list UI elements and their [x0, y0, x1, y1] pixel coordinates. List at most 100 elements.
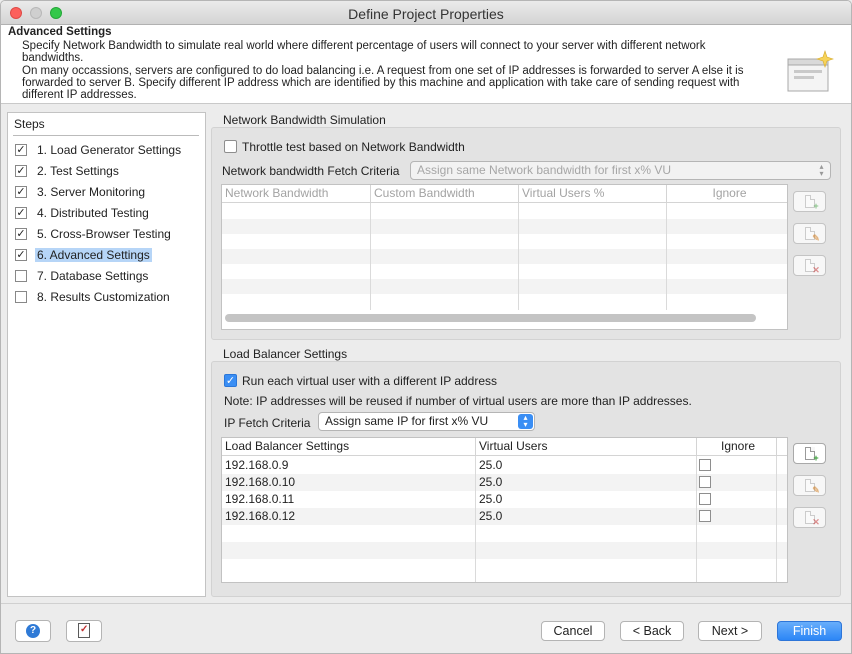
network-table-header: Network Bandwidth Custom Bandwidth Virtu…: [222, 185, 787, 203]
help-button[interactable]: ?: [15, 620, 51, 642]
help-icon: ?: [26, 624, 40, 638]
column-header[interactable]: Network Bandwidth: [222, 185, 371, 203]
network-bandwidth-table[interactable]: Network Bandwidth Custom Bandwidth Virtu…: [221, 184, 788, 330]
delete-row-icon: ✕: [812, 265, 820, 275]
next-button[interactable]: Next >: [698, 621, 762, 641]
table-row[interactable]: 192.168.0.11 25.0: [222, 491, 787, 508]
step-checkbox: [15, 291, 27, 303]
ignore-checkbox[interactable]: [699, 459, 711, 471]
step-checkbox: ✓: [15, 144, 27, 156]
column-divider: [475, 456, 476, 582]
reuse-note: Note: IP addresses will be reused if num…: [224, 394, 692, 408]
column-divider: [518, 203, 519, 310]
table-row: [222, 204, 787, 219]
table-row: [222, 279, 787, 294]
footer-divider: [1, 603, 851, 604]
step-item[interactable]: ✓ 3. Server Monitoring: [14, 183, 199, 201]
step-label: 3. Server Monitoring: [37, 185, 146, 199]
column-header[interactable]: Virtual Users %: [519, 185, 667, 203]
step-item[interactable]: ✓ 5. Cross-Browser Testing: [14, 225, 199, 243]
add-ip-button[interactable]: +: [793, 443, 826, 464]
step-label: 5. Cross-Browser Testing: [37, 227, 171, 241]
finish-button[interactable]: Finish: [777, 621, 842, 641]
wizard-banner-icon: [787, 50, 834, 92]
column-header[interactable]: Custom Bandwidth: [371, 185, 519, 203]
column-divider: [776, 456, 777, 582]
add-bandwidth-button[interactable]: +: [793, 191, 826, 212]
column-header[interactable]: Virtual Users: [476, 438, 697, 456]
chevron-updown-icon: ▴ ▾: [819, 162, 824, 178]
step-item[interactable]: ✓ 1. Load Generator Settings: [14, 141, 199, 159]
delete-row-icon: ✕: [812, 517, 820, 527]
ip-address-cell: 192.168.0.9: [225, 458, 289, 472]
checklist-button[interactable]: ✓: [66, 620, 102, 642]
table-row[interactable]: [222, 559, 787, 576]
back-button[interactable]: < Back: [620, 621, 684, 641]
throttle-checkbox[interactable]: [224, 140, 237, 153]
step-checkbox: [15, 270, 27, 282]
network-group-title: Network Bandwidth Simulation: [223, 113, 386, 127]
table-row[interactable]: [222, 542, 787, 559]
column-header[interactable]: Ignore: [697, 438, 777, 456]
step-label: 7. Database Settings: [37, 269, 149, 283]
ip-fetch-select[interactable]: Assign same IP for first x% VU ▴ ▾: [318, 412, 535, 431]
delete-ip-button[interactable]: ✕: [793, 507, 826, 528]
ip-address-cell: 192.168.0.11: [225, 492, 295, 506]
description-line: On many occassions, servers are configur…: [22, 64, 744, 102]
ignore-checkbox[interactable]: [699, 493, 711, 505]
steps-title: Steps: [14, 117, 45, 131]
step-checkbox: ✓: [15, 165, 27, 177]
dialog-window: Define Project Properties Advanced Setti…: [0, 0, 852, 654]
delete-bandwidth-button[interactable]: ✕: [793, 255, 826, 276]
step-label: 8. Results Customization: [37, 290, 170, 304]
step-item[interactable]: ✓ 6. Advanced Settings: [14, 246, 199, 264]
virtual-users-cell: 25.0: [479, 492, 503, 506]
steps-panel: Steps ✓ 1. Load Generator Settings ✓ 2. Tes…: [7, 112, 206, 597]
description-line: Specify Network Bandwidth to simulate re…: [22, 40, 706, 65]
table-row[interactable]: [222, 525, 787, 542]
bandwidth-fetch-select[interactable]: Assign same Network bandwidth for first …: [410, 161, 831, 180]
edit-bandwidth-button[interactable]: ✎: [793, 223, 826, 244]
horizontal-scrollbar[interactable]: [225, 314, 756, 322]
page-description: Specify Network Bandwidth to simulate re…: [22, 40, 762, 101]
load-balancer-table[interactable]: Load Balancer Settings Virtual Users Ign…: [221, 437, 788, 583]
add-row-icon: +: [813, 453, 819, 463]
bandwidth-fetch-value: Assign same Network bandwidth for first …: [417, 163, 672, 177]
ignore-checkbox[interactable]: [699, 510, 711, 522]
different-ip-checkbox[interactable]: ✓: [224, 374, 237, 387]
page-title: Advanced Settings: [8, 26, 112, 38]
step-item[interactable]: 8. Results Customization: [14, 288, 199, 306]
step-item[interactable]: ✓ 2. Test Settings: [14, 162, 199, 180]
table-row[interactable]: 192.168.0.10 25.0: [222, 474, 787, 491]
step-item[interactable]: 7. Database Settings: [14, 267, 199, 285]
table-row: [222, 264, 787, 279]
column-divider: [696, 456, 697, 582]
window-title: Define Project Properties: [348, 6, 504, 22]
step-label: 4. Distributed Testing: [37, 206, 149, 220]
edit-ip-button[interactable]: ✎: [793, 475, 826, 496]
step-checkbox: ✓: [15, 207, 27, 219]
step-label: 6. Advanced Settings: [35, 248, 152, 262]
step-item[interactable]: ✓ 4. Distributed Testing: [14, 204, 199, 222]
table-row[interactable]: 192.168.0.9 25.0: [222, 457, 787, 474]
cancel-button[interactable]: Cancel: [541, 621, 605, 641]
column-divider: [370, 203, 371, 310]
column-header[interactable]: Ignore: [667, 185, 787, 203]
table-row: [222, 249, 787, 264]
different-ip-label: Run each virtual user with a different I…: [242, 374, 498, 388]
table-row: [222, 219, 787, 234]
lb-table-header: Load Balancer Settings Virtual Users Ign…: [222, 438, 787, 456]
ip-address-cell: 192.168.0.10: [225, 475, 296, 489]
ignore-checkbox[interactable]: [699, 476, 711, 488]
bandwidth-fetch-label: Network bandwidth Fetch Criteria: [222, 164, 400, 178]
table-row[interactable]: 192.168.0.12 25.0: [222, 508, 787, 525]
step-label: 1. Load Generator Settings: [37, 143, 182, 157]
virtual-users-cell: 25.0: [479, 475, 503, 489]
add-row-icon: +: [813, 201, 819, 211]
column-header[interactable]: Load Balancer Settings: [222, 438, 476, 456]
step-label: 2. Test Settings: [37, 164, 119, 178]
step-checkbox: ✓: [15, 186, 27, 198]
table-row: [222, 234, 787, 249]
ip-fetch-value: Assign same IP for first x% VU: [325, 414, 489, 428]
chevron-updown-icon: ▴ ▾: [518, 414, 533, 429]
